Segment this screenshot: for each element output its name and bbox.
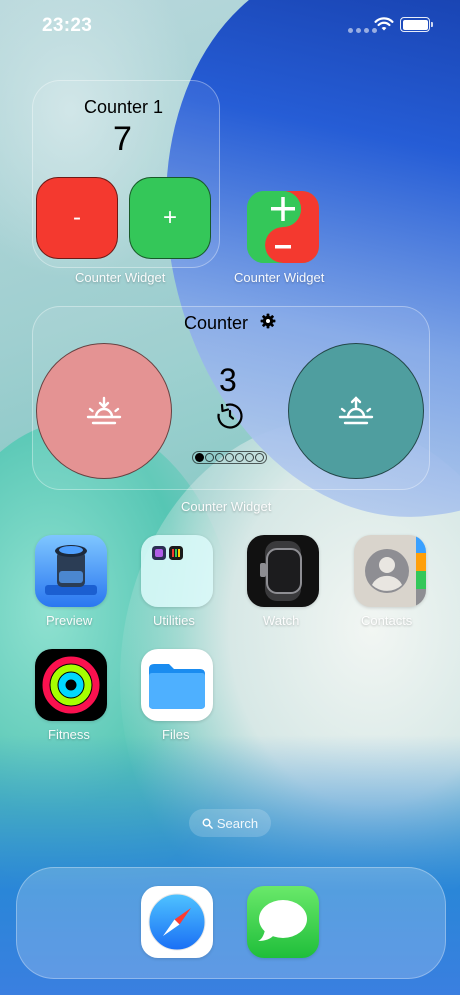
counter-icon-widget[interactable] (247, 191, 319, 263)
status-time: 23:23 (42, 15, 93, 36)
utilities-folder-icon (152, 546, 183, 560)
counter-1-title: Counter 1 (84, 97, 164, 117)
counter-large-title: Counter (184, 313, 249, 333)
page-dot[interactable] (255, 453, 264, 462)
decrement-label: - (73, 204, 81, 231)
sunset-icon (86, 396, 122, 425)
sunrise-icon (338, 396, 374, 425)
search-label: Search (216, 815, 259, 831)
page-dot[interactable] (205, 453, 214, 462)
increment-button[interactable]: + (129, 177, 211, 259)
app-label: Fitness (48, 727, 90, 742)
safari-icon (148, 893, 206, 951)
dock (16, 867, 446, 979)
increment-circle-button[interactable] (288, 343, 424, 479)
wifi-icon (374, 17, 394, 31)
counter-1-value: 7 (113, 120, 132, 158)
app-label: Utilities (153, 613, 195, 628)
app-fitness[interactable] (35, 649, 107, 721)
yin-yang-counter-icon (247, 191, 319, 263)
app-label: Preview (46, 613, 93, 628)
decrement-button[interactable]: - (36, 177, 118, 259)
messages-icon (247, 886, 319, 958)
page-dot[interactable] (235, 453, 244, 462)
search-icon (202, 818, 213, 829)
widget-caption: Counter Widget (181, 499, 272, 514)
app-contacts[interactable] (354, 535, 426, 607)
page-dot[interactable] (215, 453, 224, 462)
app-watch[interactable] (247, 535, 319, 607)
watch-icon (260, 541, 302, 601)
page-indicator[interactable] (192, 451, 267, 464)
widget-caption: Counter Widget (75, 270, 166, 285)
gear-icon[interactable] (260, 313, 276, 329)
page-dot[interactable] (245, 453, 254, 462)
page-dot[interactable] (195, 453, 204, 462)
app-label: Files (162, 727, 190, 742)
app-preview[interactable] (35, 535, 107, 607)
preview-icon (35, 535, 107, 607)
dock-app-messages[interactable] (247, 886, 319, 958)
status-bar: 23:23 (0, 0, 460, 52)
battery-icon (400, 17, 433, 32)
decrement-circle-button[interactable] (36, 343, 172, 479)
fitness-icon (42, 656, 100, 714)
contacts-icon (365, 535, 426, 607)
files-icon (149, 664, 205, 709)
app-utilities-folder[interactable] (141, 535, 213, 607)
app-files[interactable] (141, 649, 213, 721)
search-button[interactable]: Search (189, 809, 271, 837)
counter-large-value: 3 (219, 362, 237, 398)
dock-app-safari[interactable] (141, 886, 213, 958)
widget-caption: Counter Widget (234, 270, 325, 285)
page-dot[interactable] (225, 453, 234, 462)
app-label: Contacts (361, 613, 413, 628)
reset-counter-icon[interactable] (216, 402, 244, 430)
dynamic-island-dots (348, 28, 377, 33)
app-label: Watch (263, 613, 300, 628)
increment-label: + (162, 204, 177, 231)
